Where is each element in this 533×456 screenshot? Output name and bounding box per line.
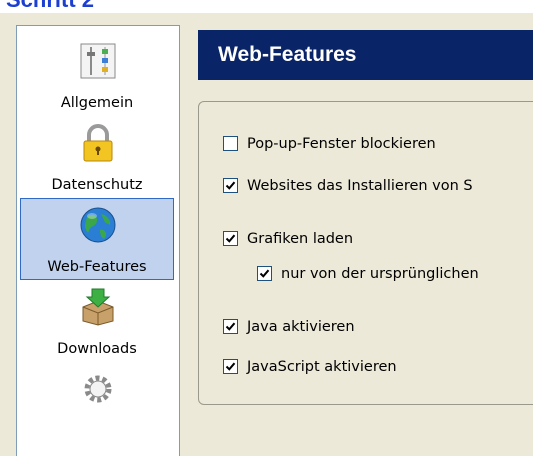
option-label: Websites das Installieren von S [247,178,473,194]
padlock-icon [83,124,113,162]
checkbox[interactable] [223,359,238,374]
gear-icon [84,375,112,403]
checkmark-icon [225,181,236,190]
checkbox[interactable] [223,231,238,246]
checkmark-icon [225,322,236,331]
option-label: Pop-up-Fenster blockieren [247,136,436,152]
sidebar-item-allgemein[interactable]: Allgemein [20,34,174,116]
panel-title: Web-Features [198,30,533,80]
option-label: JavaScript aktivieren [247,359,397,375]
sidebar-item-web-features[interactable]: Web-Features [20,198,174,280]
settings-panel-icon [80,43,116,79]
options-group: Pop-up-Fenster blockieren Websites das I… [198,101,533,405]
checkmark-icon [225,362,236,371]
option-label: nur von der ursprünglichen [281,266,479,282]
option-label: Grafiken laden [247,231,354,247]
sidebar-item-advanced[interactable] [20,362,174,444]
checkbox[interactable] [223,319,238,334]
globe-icon [80,207,116,243]
option-label: Java aktivieren [247,319,355,335]
sidebar-item-downloads[interactable]: Downloads [20,280,174,362]
checkmark-icon [225,234,236,243]
sidebar-item-label: Datenschutz [51,177,143,193]
step-title: Schritt 2 [6,0,94,12]
checkmark-icon [259,269,270,278]
category-sidebar: Allgemein Datenschutz Web-Features Downl… [16,25,180,456]
sidebar-item-label: Downloads [57,341,137,357]
sidebar-item-label: Allgemein [60,95,134,111]
checkbox[interactable] [223,178,238,193]
options-dialog: Allgemein Datenschutz Web-Features Downl… [0,13,533,456]
sidebar-item-datenschutz[interactable]: Datenschutz [20,116,174,198]
checkbox[interactable] [223,136,238,151]
checkbox[interactable] [257,266,272,281]
sidebar-item-label: Web-Features [47,259,147,275]
download-box-icon [82,288,114,326]
